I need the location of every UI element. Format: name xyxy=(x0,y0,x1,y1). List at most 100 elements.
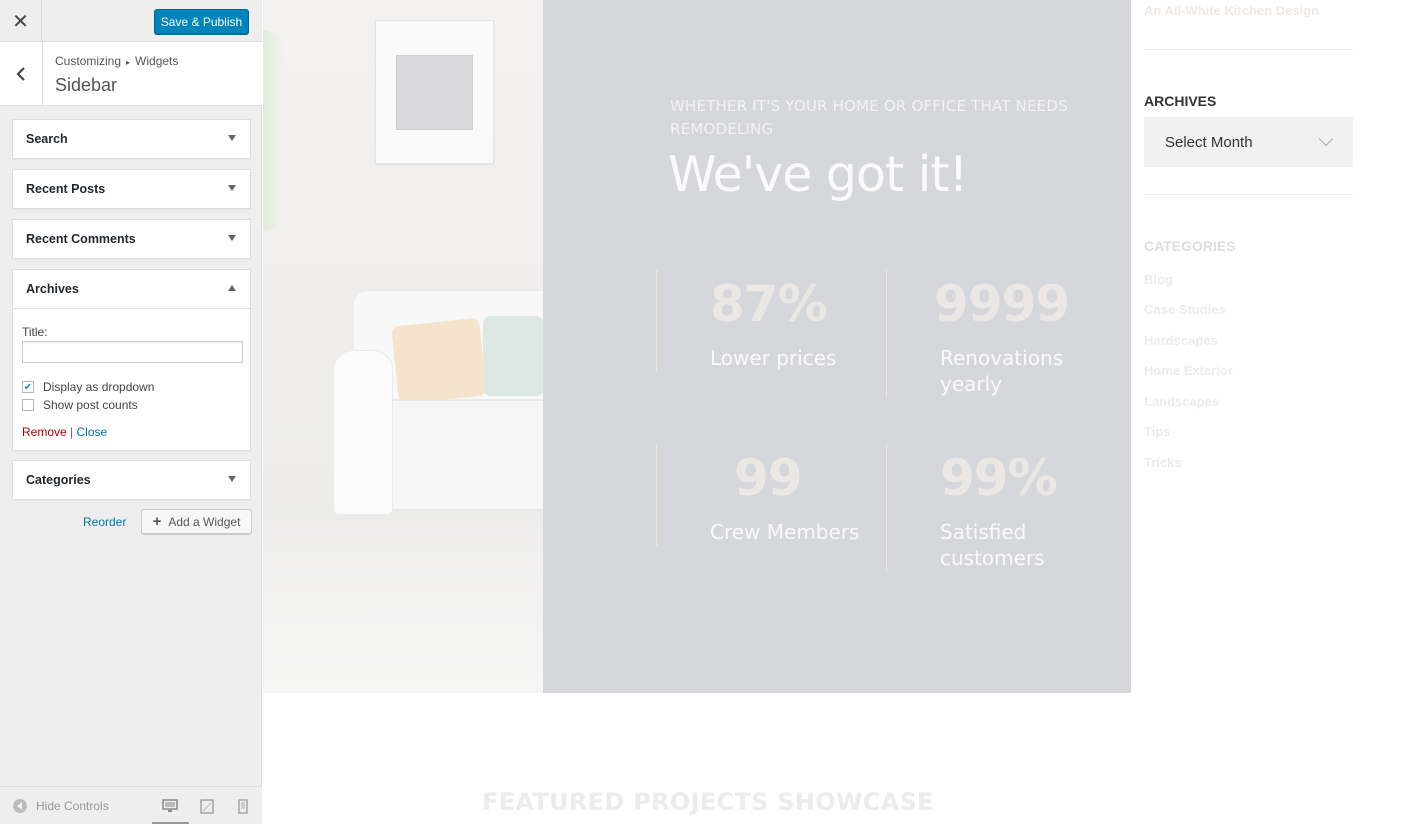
stat-label: Lower prices xyxy=(710,346,837,370)
plus-icon: + xyxy=(152,513,162,530)
save-publish-button[interactable]: Save & Publish xyxy=(154,9,249,34)
hero-subheading: WHETHER IT'S YOUR HOME OR OFFICE THAT NE… xyxy=(670,97,1068,138)
breadcrumb-arrow-icon: ▸ xyxy=(126,58,131,67)
widget-title: Search xyxy=(26,132,68,146)
chevron-left-icon xyxy=(16,66,25,81)
hide-controls-label: Hide Controls xyxy=(36,799,109,813)
reorder-link[interactable]: Reorder xyxy=(83,515,126,529)
breadcrumb: Customizing ▸ Widgets xyxy=(55,54,178,68)
wall-frame-image xyxy=(375,20,494,164)
pillow-orange xyxy=(391,317,487,405)
tablet-icon xyxy=(200,798,214,814)
stat-divider xyxy=(886,270,887,398)
expand-arrow-icon[interactable] xyxy=(228,185,236,191)
close-customizer-button[interactable]: ✕ xyxy=(0,0,42,42)
category-link[interactable]: Blog xyxy=(1144,272,1173,287)
display-dropdown-option[interactable]: ✔ Display as dropdown xyxy=(22,380,154,394)
desktop-preview-button[interactable] xyxy=(162,798,178,814)
show-counts-label: Show post counts xyxy=(43,398,138,412)
site-preview: WHETHER IT'S YOUR HOME OR OFFICE THAT NE… xyxy=(263,0,1411,824)
category-link[interactable]: Hardscapes xyxy=(1144,333,1218,348)
widget-archives[interactable]: Archives Title: ✔ Display as dropdown Sh… xyxy=(12,269,251,451)
widget-search[interactable]: Search xyxy=(12,119,251,159)
recent-post-link[interactable]: An All-White Kitchen Design xyxy=(1144,3,1319,18)
close-link[interactable]: Close xyxy=(77,425,108,439)
widget-categories[interactable]: Categories xyxy=(12,460,251,500)
pillow-teal xyxy=(483,316,544,396)
title-label: Title: xyxy=(22,325,48,339)
section-header: Customizing ▸ Widgets Sidebar xyxy=(0,42,262,106)
widget-title: Recent Comments xyxy=(26,232,136,246)
category-link[interactable]: Tips xyxy=(1144,424,1171,439)
stat-divider xyxy=(656,270,657,372)
stat-divider xyxy=(886,444,887,572)
show-counts-checkbox[interactable] xyxy=(22,399,34,411)
select-value: Select Month xyxy=(1165,133,1253,151)
site-sidebar: An All-White Kitchen Design ARCHIVES Sel… xyxy=(1131,0,1411,693)
plant-image xyxy=(263,30,283,230)
category-link[interactable]: Landscapes xyxy=(1144,394,1219,409)
show-counts-option[interactable]: Show post counts xyxy=(22,398,138,412)
widget-title: Categories xyxy=(26,473,91,487)
widget-header[interactable]: Search xyxy=(13,120,250,158)
stat-number: 99 xyxy=(734,449,803,507)
category-link[interactable]: Home Exterior xyxy=(1144,363,1233,378)
page-title: Sidebar xyxy=(55,75,118,95)
customizer-footer: Hide Controls xyxy=(0,786,262,824)
widget-title: Recent Posts xyxy=(26,182,106,196)
category-link[interactable]: Tricks xyxy=(1144,455,1182,470)
mobile-icon xyxy=(238,798,248,814)
hero-photo xyxy=(263,0,544,693)
stat-number: 9999 xyxy=(934,275,1070,333)
widget-header[interactable]: Recent Posts xyxy=(13,170,250,208)
expand-arrow-icon[interactable] xyxy=(228,135,236,141)
widget-title: Archives xyxy=(26,282,79,296)
sofa-image xyxy=(333,290,544,520)
title-input[interactable] xyxy=(22,341,243,363)
expand-arrow-icon[interactable] xyxy=(228,235,236,241)
categories-heading: CATEGORIES xyxy=(1144,238,1236,254)
archives-heading: ARCHIVES xyxy=(1144,93,1217,109)
widget-header[interactable]: Archives xyxy=(13,270,250,308)
hero-heading: We've got it! xyxy=(668,146,968,203)
stat-label: Crew Members xyxy=(710,520,860,544)
widget-header[interactable]: Recent Comments xyxy=(13,220,250,258)
collapse-arrow-icon[interactable] xyxy=(228,285,236,291)
stat-label: Satisfied customers xyxy=(940,520,1045,570)
tablet-preview-button[interactable] xyxy=(199,798,215,814)
display-dropdown-label: Display as dropdown xyxy=(43,380,155,394)
widget-recent-comments[interactable]: Recent Comments xyxy=(12,219,251,259)
expand-arrow-icon[interactable] xyxy=(228,476,236,482)
close-icon: ✕ xyxy=(12,9,29,33)
widget-header[interactable]: Categories xyxy=(13,461,250,499)
collapse-icon xyxy=(13,799,27,813)
widget-recent-posts[interactable]: Recent Posts xyxy=(12,169,251,209)
sofa-seat xyxy=(391,400,544,510)
mobile-preview-button[interactable] xyxy=(235,798,251,814)
remove-link[interactable]: Remove xyxy=(22,425,67,439)
archives-month-select[interactable]: Select Month xyxy=(1144,117,1353,167)
chevron-down-icon xyxy=(1318,131,1334,147)
customizer-header: ✕ Save & Publish xyxy=(0,0,262,42)
sidebar-divider xyxy=(1144,194,1353,195)
stat-divider xyxy=(656,444,657,546)
stat-number: 87% xyxy=(710,275,828,333)
display-dropdown-checkbox[interactable]: ✔ xyxy=(22,381,34,393)
hide-controls-button[interactable]: Hide Controls xyxy=(13,799,109,813)
frame-artwork xyxy=(396,55,473,130)
stat-number: 99% xyxy=(940,449,1058,507)
archives-form: Title: ✔ Display as dropdown Show post c… xyxy=(13,308,250,450)
category-link[interactable]: Case Studies xyxy=(1144,302,1226,317)
sofa-arm xyxy=(333,350,393,515)
stat-label: Renovations yearly xyxy=(940,346,1064,396)
breadcrumb-parent: Customizing xyxy=(55,54,122,68)
back-button[interactable] xyxy=(0,42,43,105)
link-separator: | xyxy=(70,425,74,439)
add-widget-button[interactable]: + Add a Widget xyxy=(141,509,252,534)
breadcrumb-section: Widgets xyxy=(135,54,179,68)
customizer-panel: ✕ Save & Publish Customizing ▸ Widgets Sid… xyxy=(0,0,262,824)
stats-panel: WHETHER IT'S YOUR HOME OR OFFICE THAT NE… xyxy=(543,0,1131,693)
widget-actions: Remove | Close xyxy=(22,425,107,439)
desktop-icon xyxy=(162,799,178,812)
floor xyxy=(263,520,544,693)
